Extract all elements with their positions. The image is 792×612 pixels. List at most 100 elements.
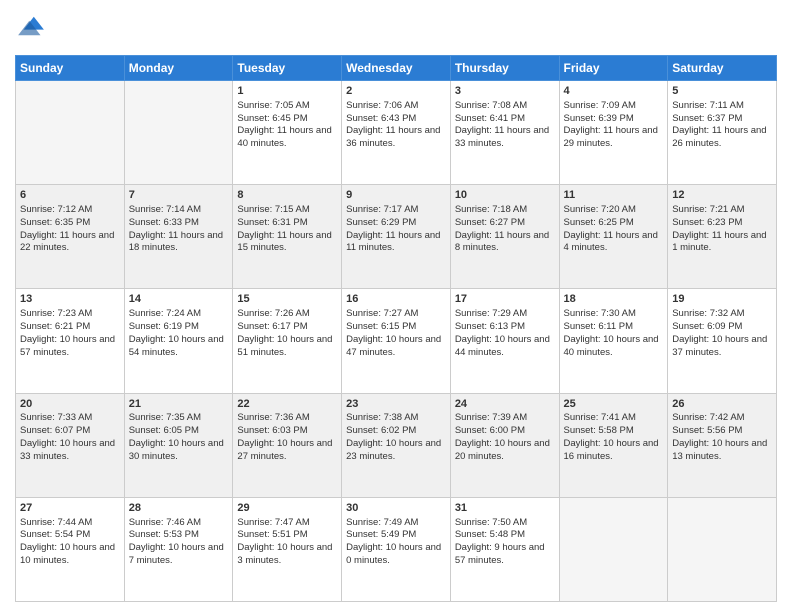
calendar-cell: 26Sunrise: 7:42 AMSunset: 5:56 PMDayligh… xyxy=(668,393,777,497)
daylight-text: Daylight: 10 hours and 16 minutes. xyxy=(564,438,659,462)
sunset-text: Sunset: 5:54 PM xyxy=(20,529,90,540)
sunset-text: Sunset: 5:51 PM xyxy=(237,529,307,540)
day-number: 19 xyxy=(672,292,772,307)
daylight-text: Daylight: 10 hours and 30 minutes. xyxy=(129,438,224,462)
daylight-text: Daylight: 11 hours and 40 minutes. xyxy=(237,125,331,149)
sunrise-text: Sunrise: 7:11 AM xyxy=(672,100,744,111)
day-number: 9 xyxy=(346,188,446,203)
daylight-text: Daylight: 11 hours and 36 minutes. xyxy=(346,125,440,149)
sunrise-text: Sunrise: 7:39 AM xyxy=(455,412,527,423)
day-number: 3 xyxy=(455,84,555,99)
sunrise-text: Sunrise: 7:12 AM xyxy=(20,204,92,215)
sunrise-text: Sunrise: 7:09 AM xyxy=(564,100,636,111)
day-number: 21 xyxy=(129,397,229,412)
sunrise-text: Sunrise: 7:15 AM xyxy=(237,204,309,215)
sunset-text: Sunset: 6:27 PM xyxy=(455,217,525,228)
calendar-cell: 25Sunrise: 7:41 AMSunset: 5:58 PMDayligh… xyxy=(559,393,668,497)
sunset-text: Sunset: 6:41 PM xyxy=(455,113,525,124)
day-number: 23 xyxy=(346,397,446,412)
calendar-cell: 4Sunrise: 7:09 AMSunset: 6:39 PMDaylight… xyxy=(559,81,668,185)
calendar-header-row: SundayMondayTuesdayWednesdayThursdayFrid… xyxy=(16,56,777,81)
calendar-cell: 24Sunrise: 7:39 AMSunset: 6:00 PMDayligh… xyxy=(450,393,559,497)
sunrise-text: Sunrise: 7:46 AM xyxy=(129,517,201,528)
sunrise-text: Sunrise: 7:05 AM xyxy=(237,100,309,111)
sunrise-text: Sunrise: 7:24 AM xyxy=(129,308,201,319)
sunset-text: Sunset: 6:43 PM xyxy=(346,113,416,124)
sunset-text: Sunset: 5:48 PM xyxy=(455,529,525,540)
day-header-saturday: Saturday xyxy=(668,56,777,81)
day-number: 1 xyxy=(237,84,337,99)
daylight-text: Daylight: 10 hours and 51 minutes. xyxy=(237,334,332,358)
sunrise-text: Sunrise: 7:35 AM xyxy=(129,412,201,423)
sunrise-text: Sunrise: 7:33 AM xyxy=(20,412,92,423)
day-number: 8 xyxy=(237,188,337,203)
sunset-text: Sunset: 6:23 PM xyxy=(672,217,742,228)
sunset-text: Sunset: 6:17 PM xyxy=(237,321,307,332)
sunrise-text: Sunrise: 7:32 AM xyxy=(672,308,744,319)
sunrise-text: Sunrise: 7:08 AM xyxy=(455,100,527,111)
calendar-cell xyxy=(124,81,233,185)
calendar-cell: 19Sunrise: 7:32 AMSunset: 6:09 PMDayligh… xyxy=(668,289,777,393)
calendar-cell: 22Sunrise: 7:36 AMSunset: 6:03 PMDayligh… xyxy=(233,393,342,497)
daylight-text: Daylight: 10 hours and 33 minutes. xyxy=(20,438,115,462)
sunrise-text: Sunrise: 7:41 AM xyxy=(564,412,636,423)
calendar-cell xyxy=(668,497,777,601)
sunset-text: Sunset: 5:58 PM xyxy=(564,425,634,436)
daylight-text: Daylight: 10 hours and 13 minutes. xyxy=(672,438,767,462)
calendar-week-row: 13Sunrise: 7:23 AM Sunset: 6:21 PM Dayligh… xyxy=(16,289,777,393)
daylight-text: Daylight: 11 hours and 33 minutes. xyxy=(455,125,549,149)
calendar-cell: 21Sunrise: 7:35 AMSunset: 6:05 PMDayligh… xyxy=(124,393,233,497)
calendar-table: SundayMondayTuesdayWednesdayThursdayFrid… xyxy=(15,55,777,602)
day-number: 24 xyxy=(455,397,555,412)
day-number: 17 xyxy=(455,292,555,307)
sunrise-text: Sunrise: 7:27 AM xyxy=(346,308,418,319)
day-number: 26 xyxy=(672,397,772,412)
sunrise-text: Sunrise: 7:23 AM xyxy=(20,308,92,319)
sunset-text: Sunset: 6:11 PM xyxy=(564,321,634,332)
day-number: 4 xyxy=(564,84,664,99)
daylight-text: Daylight: 10 hours and 27 minutes. xyxy=(237,438,332,462)
sunset-text: Sunset: 6:02 PM xyxy=(346,425,416,436)
sunset-text: Sunset: 6:21 PM xyxy=(20,321,90,332)
sunset-text: Sunset: 6:35 PM xyxy=(20,217,90,228)
day-number: 20 xyxy=(20,397,120,412)
day-header-sunday: Sunday xyxy=(16,56,125,81)
sunset-text: Sunset: 5:53 PM xyxy=(129,529,199,540)
day-header-friday: Friday xyxy=(559,56,668,81)
sunrise-text: Sunrise: 7:44 AM xyxy=(20,517,92,528)
sunset-text: Sunset: 6:39 PM xyxy=(564,113,634,124)
daylight-text: Daylight: 10 hours and 47 minutes. xyxy=(346,334,441,358)
calendar-cell: 8Sunrise: 7:15 AMSunset: 6:31 PMDaylight… xyxy=(233,185,342,289)
calendar-cell: 6Sunrise: 7:12 AMSunset: 6:35 PMDaylight… xyxy=(16,185,125,289)
day-number: 18 xyxy=(564,292,664,307)
sunrise-text: Sunrise: 7:50 AM xyxy=(455,517,527,528)
sunrise-text: Sunrise: 7:21 AM xyxy=(672,204,744,215)
sunrise-text: Sunrise: 7:30 AM xyxy=(564,308,636,319)
calendar-week-row: 1Sunrise: 7:05 AMSunset: 6:45 PMDaylight… xyxy=(16,81,777,185)
sunrise-text: Sunrise: 7:26 AM xyxy=(237,308,309,319)
calendar-cell: 12Sunrise: 7:21 AMSunset: 6:23 PMDayligh… xyxy=(668,185,777,289)
day-number: 31 xyxy=(455,501,555,516)
sunset-text: Sunset: 6:45 PM xyxy=(237,113,307,124)
calendar-cell: 14Sunrise: 7:24 AMSunset: 6:19 PMDayligh… xyxy=(124,289,233,393)
calendar-cell: 27Sunrise: 7:44 AMSunset: 5:54 PMDayligh… xyxy=(16,497,125,601)
calendar-cell: 23Sunrise: 7:38 AMSunset: 6:02 PMDayligh… xyxy=(342,393,451,497)
day-number: 12 xyxy=(672,188,772,203)
sunrise-text: Sunrise: 7:29 AM xyxy=(455,308,527,319)
calendar-cell: 2Sunrise: 7:06 AMSunset: 6:43 PMDaylight… xyxy=(342,81,451,185)
sunrise-text: Sunrise: 7:17 AM xyxy=(346,204,418,215)
daylight-text: Daylight: 10 hours and 3 minutes. xyxy=(237,542,332,566)
daylight-text: Daylight: 11 hours and 4 minutes. xyxy=(564,230,658,254)
sunset-text: Sunset: 5:56 PM xyxy=(672,425,742,436)
day-number: 14 xyxy=(129,292,229,307)
calendar-cell: 11Sunrise: 7:20 AMSunset: 6:25 PMDayligh… xyxy=(559,185,668,289)
calendar-cell: 16Sunrise: 7:27 AMSunset: 6:15 PMDayligh… xyxy=(342,289,451,393)
calendar-cell: 9Sunrise: 7:17 AMSunset: 6:29 PMDaylight… xyxy=(342,185,451,289)
sunset-text: Sunset: 6:19 PM xyxy=(129,321,199,332)
sunset-text: Sunset: 6:15 PM xyxy=(346,321,416,332)
day-number: 13 xyxy=(20,292,120,307)
calendar-cell: 1Sunrise: 7:05 AM Sunset: 6:45 PMDaylight… xyxy=(233,81,342,185)
daylight-text: Daylight: 11 hours and 15 minutes. xyxy=(237,230,331,254)
page: SundayMondayTuesdayWednesdayThursdayFrid… xyxy=(0,0,792,612)
daylight-text: Daylight: 10 hours and 40 minutes. xyxy=(564,334,659,358)
